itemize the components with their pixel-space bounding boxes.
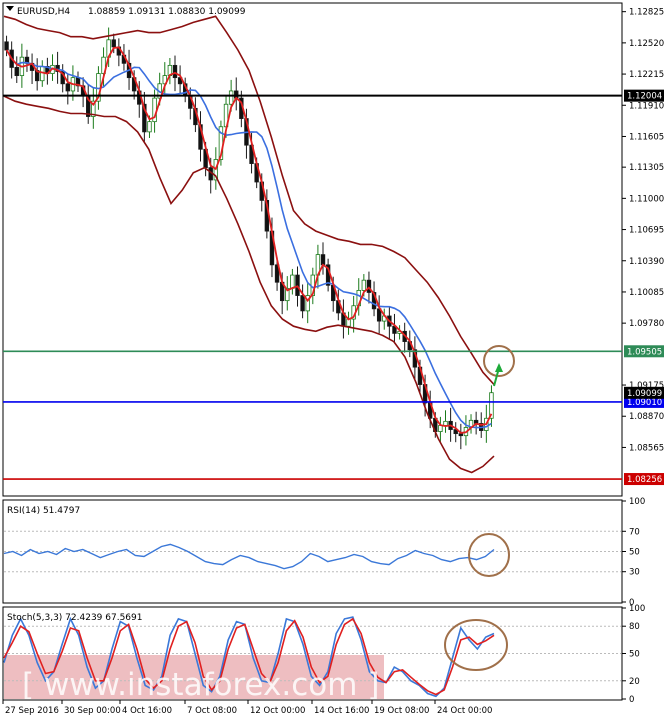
price-tag-label: 1.12004 xyxy=(627,92,662,102)
price-axis: 1.12825 1.12520 1.12215 1.11910 1.11605 1.113… xyxy=(622,8,664,453)
candle-body xyxy=(295,274,300,296)
candle-body xyxy=(147,121,152,133)
rsi-tick-label: 70 xyxy=(629,527,640,537)
price-tag-label: 1.09010 xyxy=(627,398,662,408)
rsi-tick-label: 30 xyxy=(629,568,640,578)
time-tick-label: 4 Oct 16:00 xyxy=(122,706,172,716)
price-tick-label: 1.08565 xyxy=(629,443,664,453)
price-header-ohlc: 1.08859 1.09131 1.08830 1.09099 xyxy=(88,7,246,17)
stoch-tick-label: 100 xyxy=(629,604,645,614)
price-tick-label: 1.10695 xyxy=(629,226,664,236)
rsi-tick-label: 100 xyxy=(629,497,645,507)
price-panel xyxy=(2,2,623,497)
candle-body xyxy=(172,64,178,79)
price-tag-label: 1.09505 xyxy=(627,347,662,357)
time-tick-label: 27 Sep 2016 xyxy=(5,706,59,716)
candle-body xyxy=(320,254,326,266)
stoch-label: Stoch(5,3,3) 72.4239 67.5691 xyxy=(7,613,142,623)
candle-body xyxy=(111,39,116,48)
candle-body xyxy=(14,67,19,77)
stoch-tick-label: 80 xyxy=(629,622,640,632)
time-tick-label: 7 Oct 08:00 xyxy=(187,706,237,716)
stoch-tick-label: 20 xyxy=(629,677,640,687)
time-tick-label: 30 Sep 00:00 xyxy=(64,706,121,716)
time-tick-label: 12 Oct 00:00 xyxy=(250,706,305,716)
candle-body xyxy=(438,425,443,432)
candle-body xyxy=(4,41,9,51)
time-tick-label: 24 Oct 00:00 xyxy=(437,706,492,716)
price-header: EURUSD,H4 xyxy=(17,7,70,17)
price-tick-label: 1.11305 xyxy=(629,163,664,173)
candle-body xyxy=(361,279,367,291)
candle-body xyxy=(458,433,464,437)
price-tick-label: 1.10390 xyxy=(629,257,664,267)
price-tag-label: 1.09099 xyxy=(627,389,662,399)
rsi-tick-label: 50 xyxy=(629,548,640,558)
price-tick-label: 1.12825 xyxy=(629,8,664,18)
chart-stage: EURUSD,H4 1.08859 1.09131 1.08830 1.0909… xyxy=(2,2,664,716)
rsi-label: RSI(14) 51.4797 xyxy=(7,506,80,516)
price-tick-label: 1.11910 xyxy=(629,101,664,111)
price-tag-label: 1.08256 xyxy=(627,475,662,485)
candle-body xyxy=(65,83,71,92)
rsi-axis: 1007050300 xyxy=(622,497,645,608)
price-tick-label: 1.08870 xyxy=(629,412,664,422)
time-tick-label: 19 Oct 08:00 xyxy=(374,706,429,716)
candle-body xyxy=(443,420,448,426)
watermark-text: [ www.instaforex.com ] xyxy=(22,667,379,703)
price-tick-label: 1.11000 xyxy=(629,194,664,204)
price-tick-label: 1.11605 xyxy=(629,132,664,142)
time-tick-label: 14 Oct 16:00 xyxy=(314,706,369,716)
candle-body xyxy=(290,274,295,289)
price-tick-label: 1.12215 xyxy=(629,70,664,80)
stoch-tick-label: 0 xyxy=(629,695,634,705)
price-tick-label: 1.09780 xyxy=(629,319,664,329)
price-tick-label: 1.12520 xyxy=(629,39,664,49)
candle-body xyxy=(300,295,305,312)
stoch-axis: 100 80 50 20 0 xyxy=(622,604,645,705)
candle-body xyxy=(228,90,234,105)
stoch-tick-label: 50 xyxy=(629,650,640,660)
price-tick-label: 1.10085 xyxy=(629,288,664,298)
